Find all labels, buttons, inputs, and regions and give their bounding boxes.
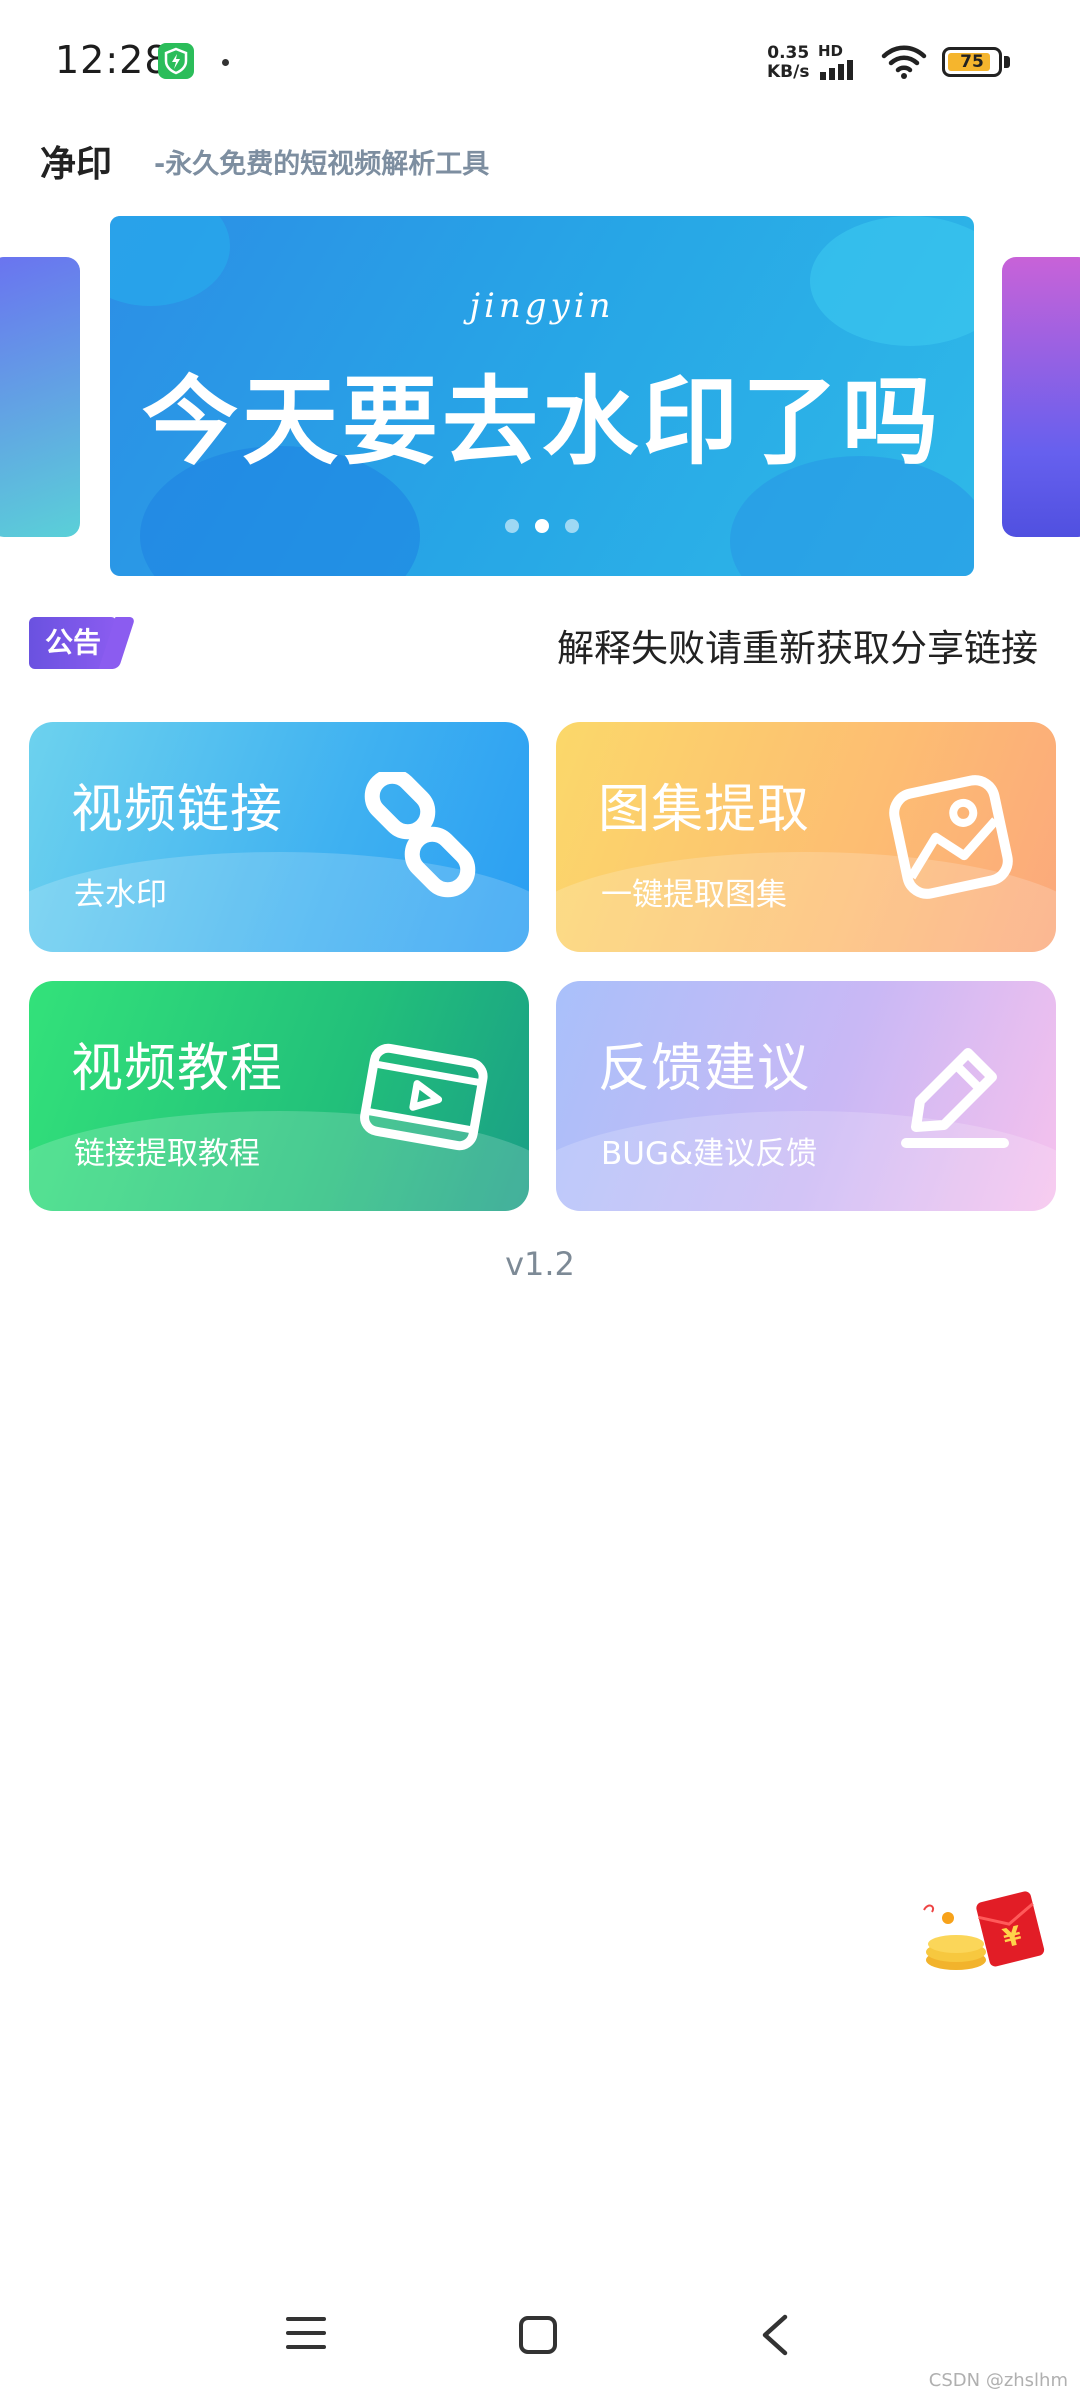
app-title: 净印 [40, 144, 113, 185]
notification-dot-icon [222, 59, 229, 66]
battery-level: 75 [960, 52, 984, 72]
card-title: 图集提取 [598, 780, 811, 840]
banner-decoration [810, 216, 974, 346]
nav-home-button[interactable] [519, 2316, 557, 2354]
nav-menu-button[interactable] [286, 2317, 326, 2353]
card-subtitle: BUG&建议反馈 [601, 1136, 818, 1172]
image-icon [889, 775, 1013, 899]
feedback-card[interactable]: 反馈建议 BUG&建议反馈 [556, 981, 1056, 1211]
carousel-next-slide[interactable] [1002, 257, 1080, 537]
card-title: 视频教程 [71, 1039, 284, 1099]
status-time: 12:28 [55, 38, 170, 82]
banner-headline: 今天要去水印了吗 [142, 366, 942, 478]
edit-icon [901, 1048, 1009, 1148]
notice-badge: 公告 [29, 617, 117, 669]
card-subtitle: 一键提取图集 [601, 877, 787, 913]
battery-icon: 75 [942, 47, 1002, 77]
watermark: CSDN @zhslhm [928, 2370, 1068, 2391]
banner-carousel[interactable]: jingyin 今天要去水印了吗 [110, 216, 974, 576]
network-speed-value: 0.35 [767, 43, 810, 63]
video-link-card[interactable]: 视频链接 去水印 [29, 722, 529, 952]
battery-tip [1004, 56, 1010, 68]
notice-text[interactable]: 解释失败请重新获取分享链接 [557, 618, 1038, 672]
link-icon [364, 772, 476, 898]
video-tutorial-card[interactable]: 视频教程 链接提取教程 [29, 981, 529, 1211]
network-speed: 0.35 KB/s [767, 44, 809, 82]
card-subtitle: 去水印 [74, 877, 167, 913]
carousel-indicator [110, 518, 974, 537]
carousel-dot[interactable] [505, 519, 519, 533]
security-shield-icon [158, 43, 194, 79]
card-title: 视频链接 [71, 780, 284, 840]
red-envelope-icon[interactable]: ¥ [918, 1880, 1048, 1980]
wifi-icon [881, 45, 927, 79]
carousel-prev-slide[interactable] [0, 257, 80, 537]
carousel-dot-active[interactable] [535, 519, 549, 533]
banner-pinyin: jingyin [469, 286, 615, 326]
network-speed-unit: KB/s [767, 62, 810, 82]
carousel-dot[interactable] [565, 519, 579, 533]
nav-menu-line [286, 2331, 326, 2335]
status-bar: 12:28 0.35 KB/s HD 75 [0, 0, 1080, 125]
app-subtitle: -永久免费的短视频解析工具 [154, 149, 490, 180]
gallery-extract-card[interactable]: 图集提取 一键提取图集 [556, 722, 1056, 952]
app-version: v1.2 [505, 1245, 575, 1283]
card-subtitle: 链接提取教程 [74, 1136, 260, 1172]
video-icon [360, 1043, 488, 1151]
nav-menu-line [286, 2345, 326, 2349]
nav-back-button[interactable] [755, 2312, 795, 2358]
cell-signal-icon [820, 60, 853, 80]
nav-menu-line [286, 2317, 326, 2321]
card-title: 反馈建议 [598, 1039, 811, 1099]
